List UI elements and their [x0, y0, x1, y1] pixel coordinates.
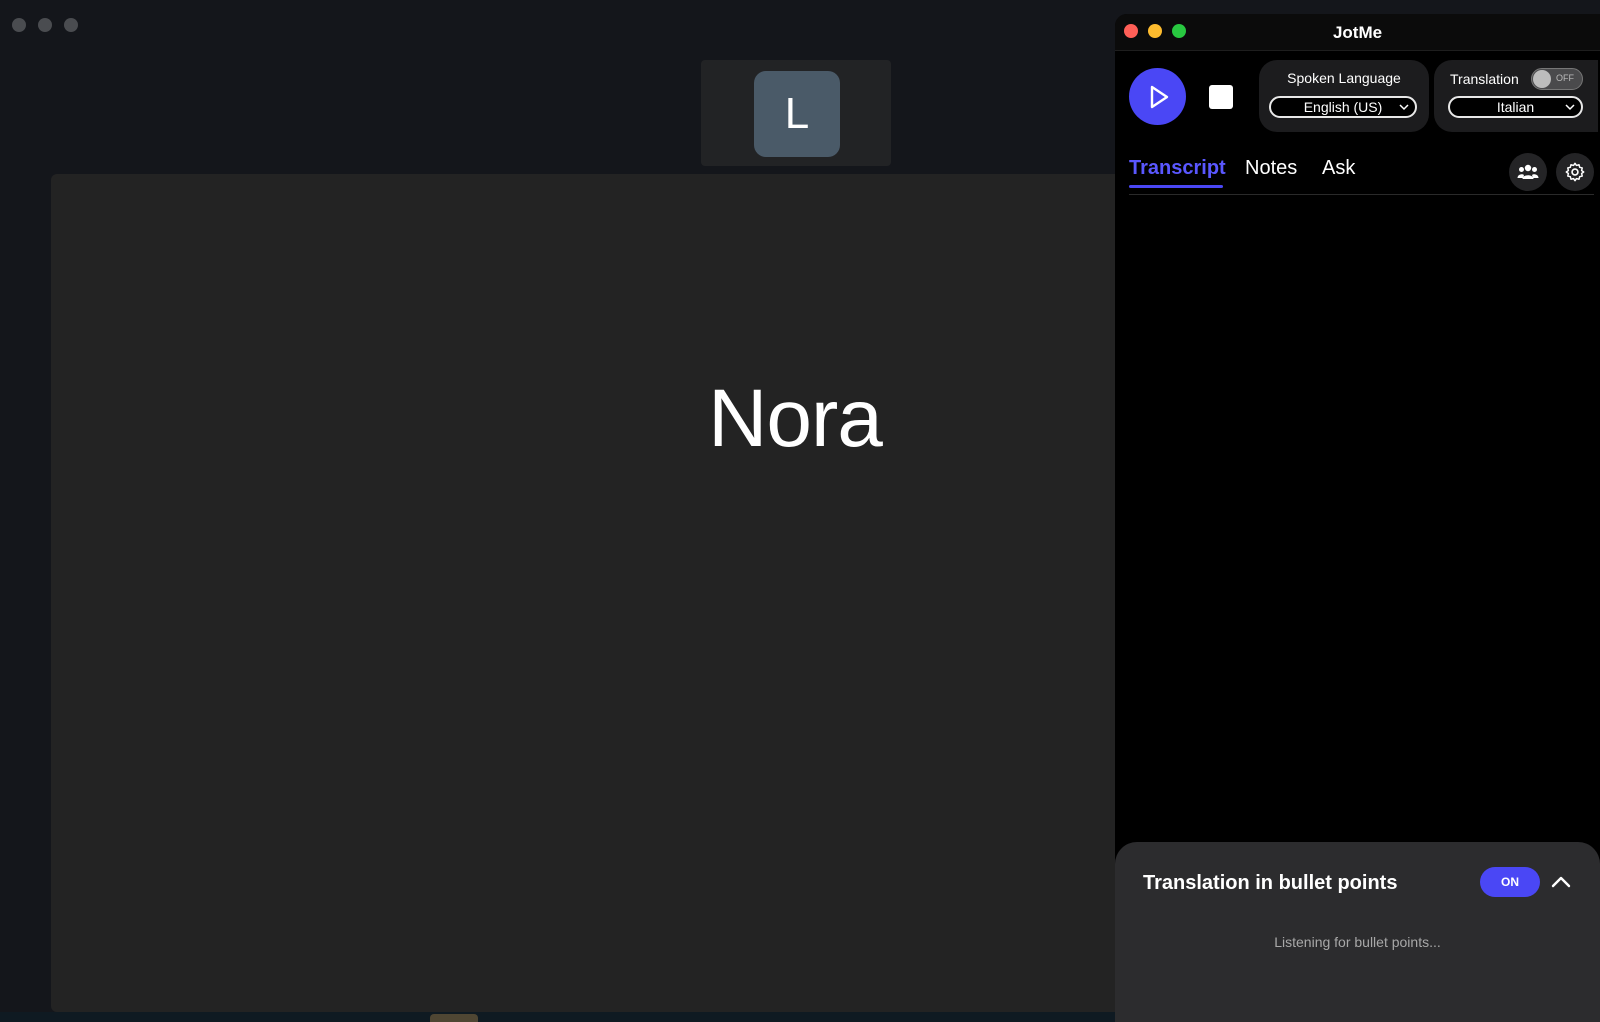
- collapse-button[interactable]: [1547, 868, 1575, 896]
- app-title: JotMe: [1332, 23, 1383, 42]
- translation-toggle-text: OFF: [1556, 73, 1574, 83]
- active-speaker-name: Nora: [708, 373, 883, 464]
- desktop: L Nora JotMe Spoken Language English (US…: [0, 0, 1600, 1022]
- settings-button[interactable]: [1556, 153, 1594, 191]
- chevron-up-icon: [1551, 876, 1571, 888]
- bullet-points-toggle[interactable]: ON: [1480, 867, 1540, 897]
- translation-toggle[interactable]: OFF: [1531, 68, 1583, 90]
- bullet-panel-title: Translation in bullet points: [1143, 872, 1398, 894]
- translation-card: Translation OFF Italian: [1434, 60, 1598, 132]
- translation-language-select[interactable]: Italian: [1448, 96, 1583, 118]
- active-speaker-tile[interactable]: [51, 174, 1131, 1012]
- stop-button[interactable]: [1209, 85, 1233, 109]
- tab-notes[interactable]: Notes: [1245, 157, 1297, 180]
- window-minimize-button[interactable]: [38, 18, 52, 32]
- people-icon: [1517, 164, 1539, 179]
- tab-transcript[interactable]: Transcript: [1129, 157, 1226, 180]
- jotme-panel: JotMe Spoken Language English (US) Trans…: [1115, 14, 1600, 1022]
- tab-bar: Transcript Notes Ask: [1129, 153, 1594, 195]
- participants-button[interactable]: [1509, 153, 1547, 191]
- window-close-button[interactable]: [12, 18, 26, 32]
- spoken-language-label: Spoken Language: [1287, 70, 1401, 86]
- spoken-language-select[interactable]: English (US): [1269, 96, 1417, 118]
- spoken-language-card: Spoken Language English (US): [1259, 60, 1429, 132]
- transcript-content[interactable]: [1115, 196, 1600, 856]
- translation-label: Translation: [1450, 71, 1519, 87]
- dock-strip: [0, 1012, 1115, 1022]
- chevron-down-icon: [1565, 104, 1575, 111]
- chevron-down-icon: [1399, 104, 1409, 111]
- play-button[interactable]: [1129, 68, 1186, 125]
- participant-thumbnail-tile[interactable]: L: [701, 60, 891, 166]
- meeting-window-controls: [12, 18, 78, 32]
- gear-icon: [1565, 162, 1585, 182]
- toggle-knob: [1533, 70, 1551, 88]
- dock-app-icon[interactable]: [430, 1014, 478, 1022]
- tab-ask[interactable]: Ask: [1322, 157, 1355, 180]
- window-maximize-button[interactable]: [64, 18, 78, 32]
- participant-avatar: L: [754, 71, 840, 157]
- translation-language-value: Italian: [1496, 99, 1535, 115]
- jotme-titlebar: JotMe: [1115, 14, 1600, 51]
- bullet-points-panel: Translation in bullet points ON Listenin…: [1115, 842, 1600, 1022]
- play-icon: [1150, 85, 1168, 108]
- spoken-language-value: English (US): [1303, 99, 1383, 115]
- bullet-panel-status: Listening for bullet points...: [1274, 934, 1441, 950]
- active-tab-indicator: [1129, 185, 1223, 188]
- recording-controls: Spoken Language English (US) Translation…: [1115, 60, 1600, 140]
